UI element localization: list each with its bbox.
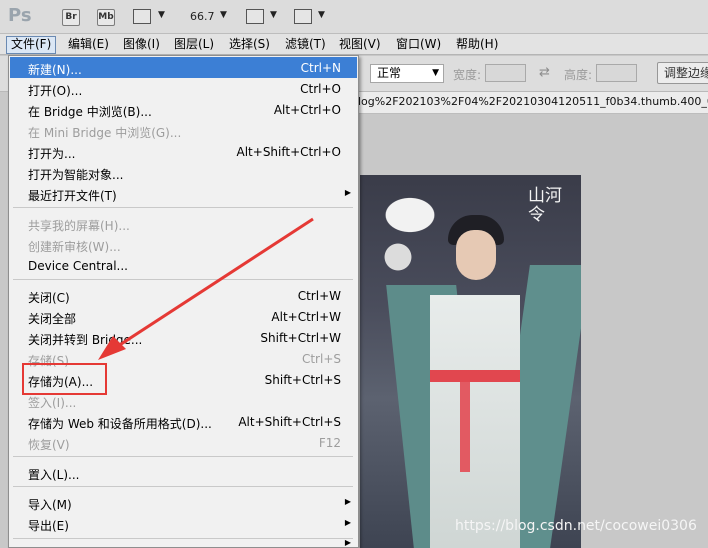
menu-select[interactable]: 选择(S) bbox=[225, 36, 274, 54]
menu-item-revert[interactable]: 恢复(V) F12 bbox=[10, 432, 357, 453]
menu-item-partial: ▶ bbox=[10, 538, 357, 548]
mini-bridge-button[interactable]: Mb bbox=[97, 9, 115, 26]
menu-item-export[interactable]: 导出(E) ▶ bbox=[10, 513, 357, 534]
menu-help[interactable]: 帮助(H) bbox=[452, 36, 502, 54]
menu-item-close-all[interactable]: 关闭全部 Alt+Ctrl+W bbox=[10, 306, 357, 327]
menu-item-share-screen[interactable]: 共享我的屏幕(H)... bbox=[10, 213, 357, 234]
photoshop-logo: Ps bbox=[8, 5, 32, 26]
document-title: log%2F202103%2F04%2F20210304120511_f0b34… bbox=[358, 95, 708, 108]
menu-separator bbox=[13, 279, 353, 280]
submenu-arrow-icon: ▶ bbox=[344, 538, 351, 547]
style-mode-select[interactable]: 正常 ▼ bbox=[370, 64, 444, 83]
view-extras-icon[interactable] bbox=[133, 9, 151, 24]
menu-item-import[interactable]: 导入(M) ▶ bbox=[10, 492, 357, 513]
menu-item-recent-files[interactable]: 最近打开文件(T) ▶ bbox=[10, 183, 357, 204]
arrange-dropdown-icon[interactable]: ▼ bbox=[270, 10, 277, 20]
submenu-arrow-icon: ▶ bbox=[344, 188, 351, 197]
menu-item-open-smart-object[interactable]: 打开为智能对象... bbox=[10, 162, 357, 183]
annotation-highlight-box bbox=[22, 363, 107, 395]
image-figure bbox=[430, 295, 520, 548]
refine-edge-button[interactable]: 调整边缘 bbox=[657, 62, 708, 84]
width-label: 宽度: bbox=[453, 68, 482, 82]
submenu-arrow-icon: ▶ bbox=[344, 518, 351, 527]
width-field[interactable] bbox=[485, 64, 526, 82]
file-menu: 新建(N)... Ctrl+N 打开(O)... Ctrl+O 在 Bridge… bbox=[8, 55, 359, 548]
menu-item-new[interactable]: 新建(N)... Ctrl+N bbox=[10, 57, 357, 78]
menu-item-browse-bridge[interactable]: 在 Bridge 中浏览(B)... Alt+Ctrl+O bbox=[10, 99, 357, 120]
menu-item-save-for-web[interactable]: 存储为 Web 和设备所用格式(D)... Alt+Shift+Ctrl+S bbox=[10, 411, 357, 432]
view-extras-dropdown-icon[interactable]: ▼ bbox=[158, 10, 165, 20]
menu-item-close[interactable]: 关闭(C) Ctrl+W bbox=[10, 285, 357, 306]
menu-item-close-go-bridge[interactable]: 关闭并转到 Bridge... Shift+Ctrl+W bbox=[10, 327, 357, 348]
height-label: 高度: bbox=[564, 68, 593, 82]
menu-bar: 文件(F) 编辑(E) 图像(I) 图层(L) 选择(S) 滤镜(T) 视图(V… bbox=[0, 34, 708, 55]
menu-separator bbox=[13, 486, 353, 487]
menu-separator bbox=[13, 538, 353, 539]
watermark: https://blog.csdn.net/cocowei0306 bbox=[455, 518, 697, 534]
zoom-dropdown-icon[interactable]: ▼ bbox=[220, 10, 227, 20]
chevron-down-icon: ▼ bbox=[432, 68, 439, 78]
menu-item-open[interactable]: 打开(O)... Ctrl+O bbox=[10, 78, 357, 99]
bridge-button[interactable]: Br bbox=[62, 9, 80, 26]
height-field[interactable] bbox=[596, 64, 637, 82]
menu-item-place[interactable]: 置入(L)... bbox=[10, 462, 357, 483]
swap-icon[interactable]: ⇄ bbox=[539, 65, 550, 80]
screen-mode-icon[interactable] bbox=[294, 9, 312, 24]
menu-view[interactable]: 视图(V) bbox=[335, 36, 385, 54]
menu-edit[interactable]: 编辑(E) bbox=[64, 36, 113, 54]
menu-image[interactable]: 图像(I) bbox=[119, 36, 164, 54]
screen-mode-dropdown-icon[interactable]: ▼ bbox=[318, 10, 325, 20]
menu-separator bbox=[13, 207, 353, 208]
document-image[interactable]: 山河令 bbox=[360, 175, 581, 548]
menu-file[interactable]: 文件(F) bbox=[6, 36, 57, 54]
menu-item-open-as[interactable]: 打开为... Alt+Shift+Ctrl+O bbox=[10, 141, 357, 162]
menu-item-new-review[interactable]: 创建新审核(W)... bbox=[10, 234, 357, 255]
image-face bbox=[456, 230, 496, 280]
arrange-documents-icon[interactable] bbox=[246, 9, 264, 24]
image-sash-tail bbox=[460, 382, 470, 472]
application-bar: Ps Br Mb ▼ 66.7 ▼ ▼ ▼ bbox=[0, 0, 708, 34]
menu-item-device-central[interactable]: Device Central... bbox=[10, 255, 357, 276]
style-mode-value: 正常 bbox=[377, 66, 402, 80]
zoom-level[interactable]: 66.7 bbox=[190, 10, 215, 23]
menu-filter[interactable]: 滤镜(T) bbox=[281, 36, 330, 54]
menu-separator bbox=[13, 456, 353, 457]
menu-item-browse-mini-bridge[interactable]: 在 Mini Bridge 中浏览(G)... bbox=[10, 120, 357, 141]
menu-window[interactable]: 窗口(W) bbox=[392, 36, 445, 54]
document-tab[interactable]: log%2F202103%2F04%2F20210304120511_f0b34… bbox=[358, 92, 708, 114]
image-title-logo: 山河令 bbox=[528, 186, 562, 225]
image-sash bbox=[430, 370, 520, 382]
submenu-arrow-icon: ▶ bbox=[344, 497, 351, 506]
menu-layer[interactable]: 图层(L) bbox=[170, 36, 218, 54]
